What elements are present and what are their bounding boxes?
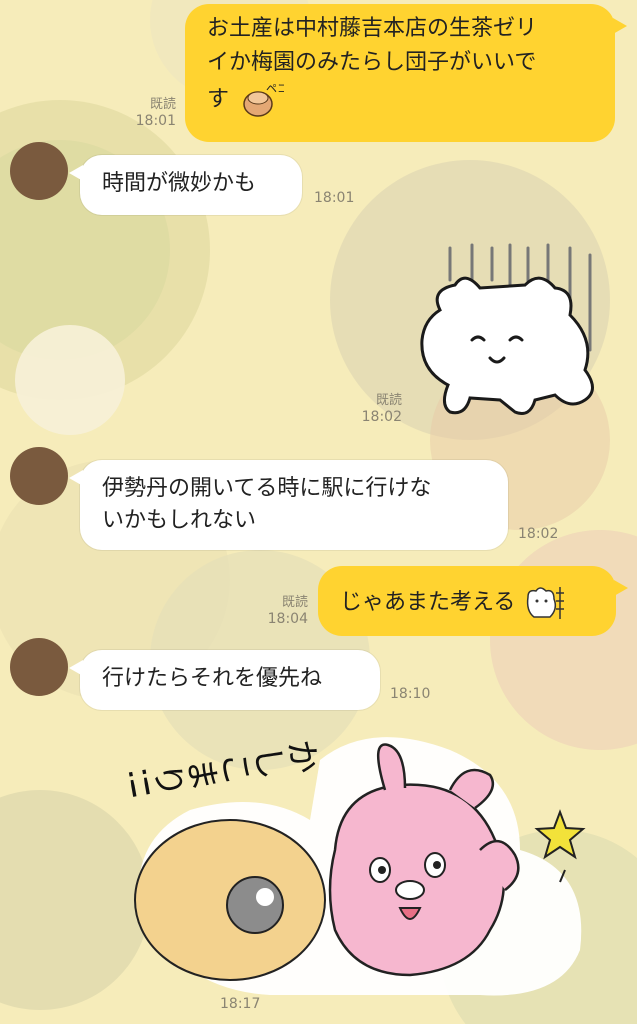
message-time: 18:02 xyxy=(361,409,402,425)
message-text: 行けたらそれを優先ね xyxy=(102,666,323,691)
message-text-line: お土産は中村藤吉本店の生茶ゼリ xyxy=(207,16,538,41)
message-time: 18:01 xyxy=(135,113,176,129)
message-time: 18:04 xyxy=(267,611,308,627)
message-text-line: いかもしれない xyxy=(102,508,257,533)
avatar[interactable] xyxy=(10,638,68,696)
sticker-caption: かしこまり!! xyxy=(122,730,323,804)
message-time: 18:02 xyxy=(518,526,559,542)
avatar[interactable] xyxy=(10,447,68,505)
read-label: 既読 xyxy=(281,595,308,610)
message-text: じゃあまた考える xyxy=(340,590,516,615)
read-receipt: 既読 18:04 xyxy=(252,594,308,628)
bear-wall-emoji xyxy=(527,587,565,619)
svg-text:ペコ: ペコ xyxy=(266,82,284,95)
read-label: 既読 xyxy=(375,393,402,408)
bowing-sticker-emoji: ペコ xyxy=(243,82,284,117)
message-bubble-outgoing[interactable]: お土産は中村藤吉本店の生茶ゼリ イか梅園のみたらし団子がいいで す ペコ xyxy=(185,4,627,142)
read-receipt: 既読 18:01 xyxy=(120,96,176,130)
message-time: 18:10 xyxy=(390,686,431,702)
message-time: 18:01 xyxy=(314,190,355,206)
message-text: 時間が微妙かも xyxy=(102,171,257,196)
message-bubble-incoming[interactable]: 行けたらそれを優先ね xyxy=(69,650,380,710)
read-label: 既読 xyxy=(149,97,176,112)
avatar[interactable] xyxy=(10,142,68,200)
read-receipt: 既読 18:02 xyxy=(350,392,402,426)
message-text-line: 伊勢丹の開いてる時に駅に行けな xyxy=(102,476,432,501)
message-time: 18:17 xyxy=(220,996,261,1012)
smiling-bear-gloom-sticker[interactable] xyxy=(410,240,610,425)
message-bubble-incoming[interactable]: 時間が微妙かも xyxy=(69,155,302,215)
message-text-line-3: す ペコ xyxy=(207,80,593,120)
message-text-line: イか梅園のみたらし団子がいいで xyxy=(207,50,537,75)
message-bubble-outgoing[interactable]: じゃあまた考える xyxy=(318,566,628,636)
message-text-line: す xyxy=(207,87,230,112)
pink-rabbit-kashikomari-sticker[interactable]: かしこまり!! xyxy=(120,730,610,1000)
message-bubble-incoming[interactable]: 伊勢丹の開いてる時に駅に行けな いかもしれない xyxy=(69,460,508,550)
